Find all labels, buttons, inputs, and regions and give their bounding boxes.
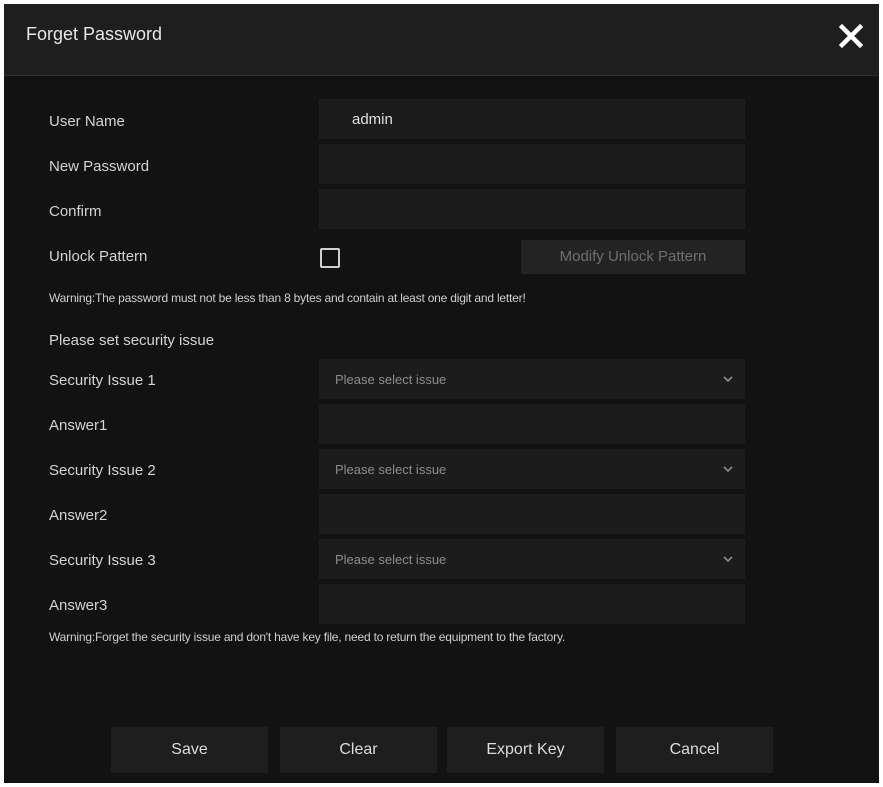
answer-1-field[interactable] bbox=[319, 404, 745, 444]
security-warning: Warning:Forget the security issue and do… bbox=[49, 630, 565, 644]
answer-3-field[interactable] bbox=[319, 584, 745, 624]
close-icon bbox=[838, 23, 864, 49]
chevron-down-icon bbox=[723, 376, 733, 383]
dialog-title: Forget Password bbox=[26, 24, 163, 44]
select-value: Please select issue bbox=[335, 462, 447, 477]
export-key-button[interactable]: Export Key bbox=[447, 727, 604, 773]
confirm-label: Confirm bbox=[49, 203, 102, 220]
security-issue-2-label: Security Issue 2 bbox=[49, 462, 156, 479]
username-field[interactable] bbox=[319, 99, 745, 139]
modify-unlock-pattern-button[interactable]: Modify Unlock Pattern bbox=[521, 240, 745, 274]
new-password-field[interactable] bbox=[319, 144, 745, 184]
cancel-button[interactable]: Cancel bbox=[616, 727, 773, 773]
answer-1-label: Answer1 bbox=[49, 417, 108, 434]
answer-2-field[interactable] bbox=[319, 494, 745, 534]
password-warning: Warning:The password must not be less th… bbox=[49, 291, 526, 305]
answer-3-label: Answer3 bbox=[49, 597, 108, 614]
security-issue-2-select[interactable]: Please select issue bbox=[319, 449, 745, 489]
security-issue-3-select[interactable]: Please select issue bbox=[319, 539, 745, 579]
security-issue-1-select[interactable]: Please select issue bbox=[319, 359, 745, 399]
security-issue-3-label: Security Issue 3 bbox=[49, 552, 156, 569]
confirm-password-field[interactable] bbox=[319, 189, 745, 229]
username-label: User Name bbox=[49, 113, 125, 130]
save-button[interactable]: Save bbox=[111, 727, 268, 773]
security-section-title: Please set security issue bbox=[49, 332, 215, 349]
clear-button[interactable]: Clear bbox=[280, 727, 437, 773]
new-password-label: New Password bbox=[49, 158, 150, 175]
dialog-titlebar: Forget Password bbox=[4, 4, 879, 76]
select-value: Please select issue bbox=[335, 372, 447, 387]
security-issue-1-label: Security Issue 1 bbox=[49, 372, 156, 389]
unlock-pattern-checkbox[interactable] bbox=[320, 248, 340, 268]
chevron-down-icon bbox=[723, 466, 733, 473]
select-value: Please select issue bbox=[335, 552, 447, 567]
close-button[interactable] bbox=[837, 22, 865, 50]
answer-2-label: Answer2 bbox=[49, 507, 108, 524]
unlock-pattern-label: Unlock Pattern bbox=[49, 248, 148, 265]
chevron-down-icon bbox=[723, 556, 733, 563]
forget-password-dialog: Forget Password User Name New Password C… bbox=[4, 4, 879, 783]
